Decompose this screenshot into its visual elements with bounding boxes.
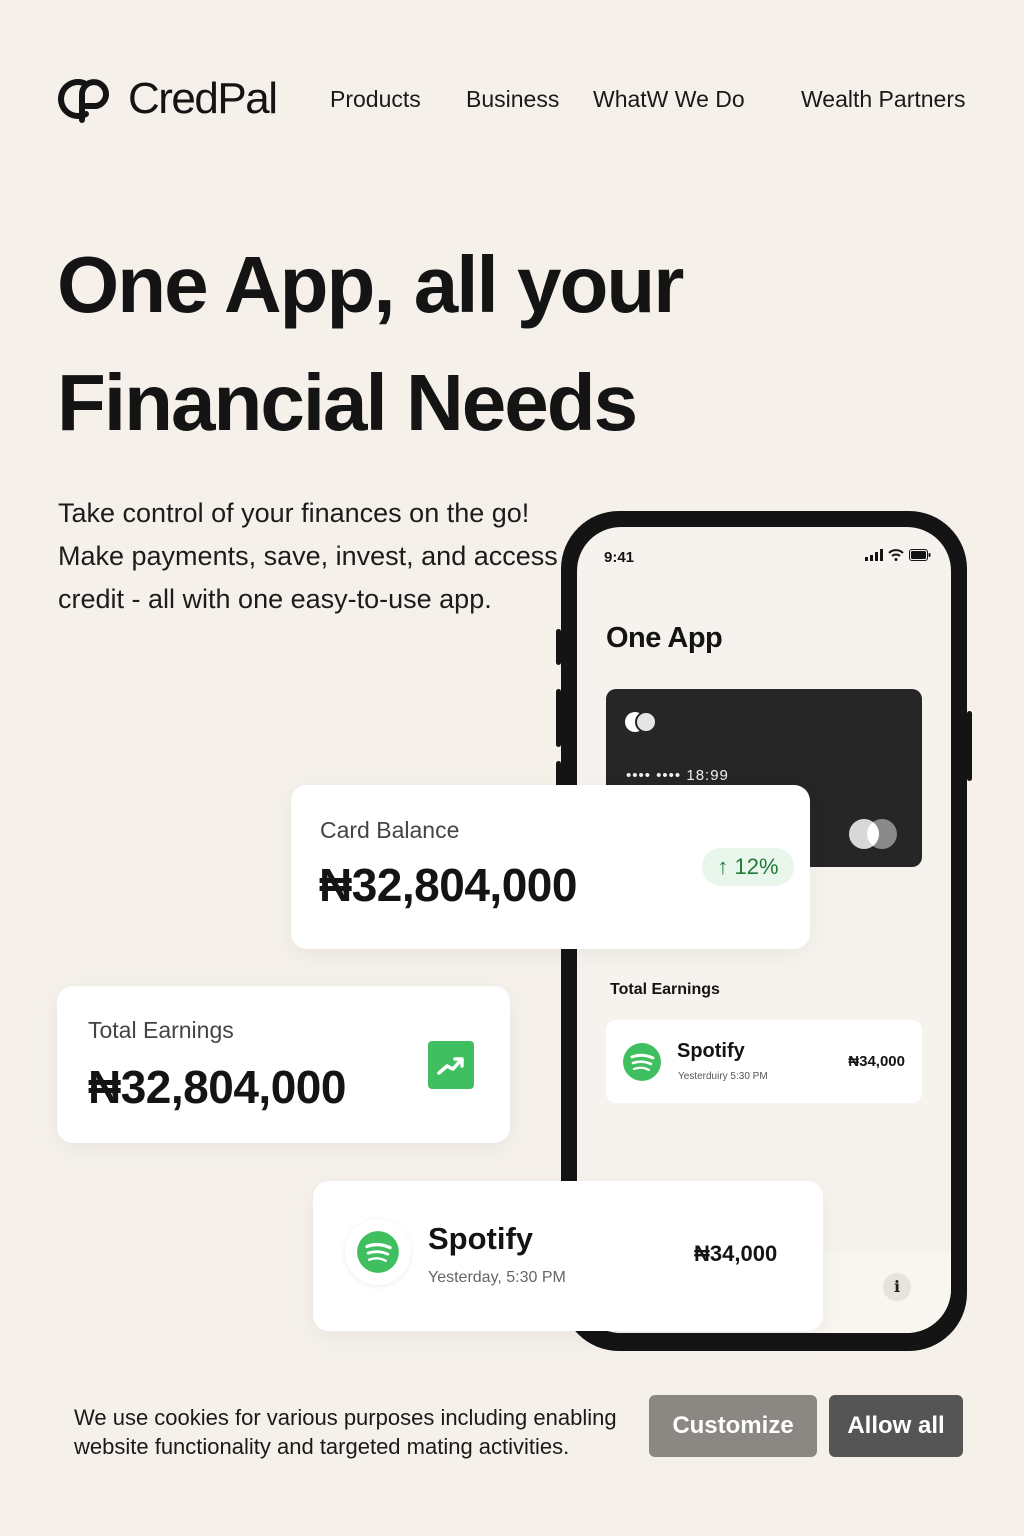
hero-title-line-1: One App, all your: [57, 240, 684, 329]
card-chip-icon: [625, 711, 657, 733]
app-title: One App: [606, 622, 723, 654]
nav-products[interactable]: Products: [330, 84, 421, 114]
spotify-icon: [623, 1043, 661, 1081]
trend-up-icon: [428, 1041, 474, 1089]
brand-name: CredPal: [128, 74, 278, 123]
phone-side-button: [556, 629, 561, 665]
card-number: •••• •••• 18:99: [626, 767, 729, 784]
site-header: CredPal Products Business WhatW We Do We…: [56, 74, 986, 124]
phone-power-button: [967, 711, 972, 781]
transaction-name: Spotify: [428, 1221, 534, 1256]
hero-title: One App, all your Financial Needs: [57, 226, 817, 462]
phone-side-button: [556, 689, 561, 747]
nav-wealth-partners[interactable]: Wealth Partners: [801, 84, 965, 114]
transaction-row[interactable]: Spotify Yesterduiry 5:30 PM ₦34,000: [606, 1020, 922, 1103]
transaction-card[interactable]: Spotify Yesterday, 5:30 PM ₦34,000: [313, 1181, 823, 1331]
transaction-time: Yesterduiry 5:30 PM: [678, 1071, 768, 1082]
nav-what-we-do[interactable]: WhatW We Do: [593, 84, 745, 114]
card-balance-label: Card Balance: [320, 817, 460, 843]
total-earnings-label: Total Earnings: [88, 1017, 234, 1043]
transaction-amount: ₦34,000: [694, 1241, 778, 1266]
battery-icon: [909, 549, 931, 561]
transaction-amount: ₦34,000: [848, 1053, 905, 1070]
allow-all-button[interactable]: Allow all: [829, 1395, 963, 1457]
cookie-text: We use cookies for various purposes incl…: [74, 1405, 617, 1459]
card-balance-card: Card Balance ₦32,804,000 ↑ 12%: [291, 785, 810, 949]
earnings-label: Total Earnings: [610, 981, 720, 998]
info-icon[interactable]: i: [883, 1273, 911, 1301]
growth-badge: ↑ 12%: [702, 848, 794, 886]
status-time: 9:41: [604, 549, 635, 566]
signal-icon: [865, 549, 883, 561]
transaction-time: Yesterday, 5:30 PM: [428, 1269, 566, 1286]
logo[interactable]: CredPal: [56, 74, 278, 124]
spotify-icon: [357, 1231, 399, 1273]
hero-subtitle: Take control of your finances on the go!…: [58, 498, 558, 614]
hero-title-line-2: Financial Needs: [57, 358, 638, 447]
credpal-logo-icon: [58, 79, 109, 123]
wifi-icon: [888, 549, 904, 561]
total-earnings-card: Total Earnings ₦32,804,000: [57, 986, 510, 1143]
card-balance-value: ₦32,804,000: [319, 859, 577, 911]
total-earnings-value: ₦32,804,000: [88, 1061, 346, 1113]
status-icons: [865, 549, 931, 561]
card-brand-icon: [849, 819, 897, 849]
transaction-name: Spotify: [677, 1040, 745, 1062]
spotify-icon-wrap: [345, 1219, 411, 1285]
nav-business[interactable]: Business: [466, 84, 559, 114]
customize-button[interactable]: Customize: [649, 1395, 817, 1457]
